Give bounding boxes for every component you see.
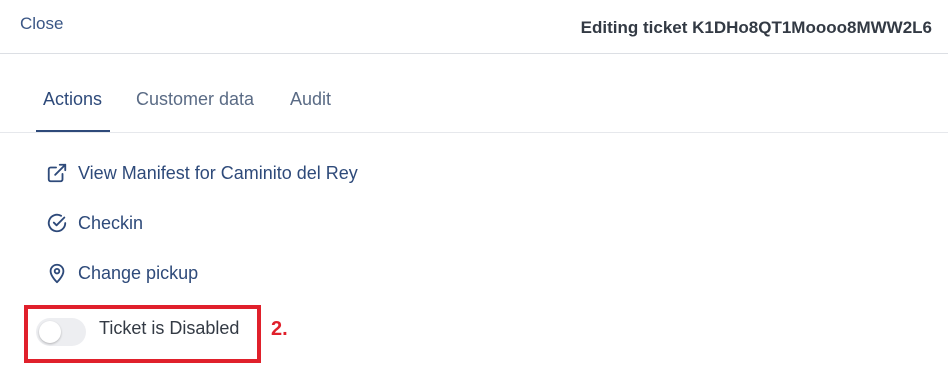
toggle-knob <box>39 321 61 343</box>
tab-audit[interactable]: Audit <box>290 89 331 110</box>
close-button[interactable]: Close <box>20 14 63 34</box>
page-title: Editing ticket K1DHo8QT1Moooo8MWW2L6 <box>580 18 932 37</box>
map-pin-icon <box>46 262 68 284</box>
checkin-label: Checkin <box>78 212 144 233</box>
external-link-icon <box>46 162 68 184</box>
ticket-status-label: Ticket is Disabled <box>99 318 240 338</box>
check-circle-icon <box>46 212 68 234</box>
change-pickup-action[interactable]: Change pickup <box>46 260 198 286</box>
change-pickup-label: Change pickup <box>78 262 199 283</box>
annotation-step-number: 2. <box>271 318 288 340</box>
view-manifest-label: View Manifest for Caminito del Rey <box>78 162 358 183</box>
tab-bar: Actions Customer data Audit <box>0 54 948 133</box>
active-tab-indicator <box>36 130 110 132</box>
tab-customer-data[interactable]: Customer data <box>136 89 254 110</box>
ticket-disabled-toggle[interactable] <box>36 318 86 346</box>
checkin-action[interactable]: Checkin <box>46 210 143 236</box>
tab-actions[interactable]: Actions <box>43 89 102 110</box>
top-bar: Close Editing ticket K1DHo8QT1Moooo8MWW2… <box>0 0 948 54</box>
view-manifest-link[interactable]: View Manifest for Caminito del Rey <box>46 160 358 186</box>
